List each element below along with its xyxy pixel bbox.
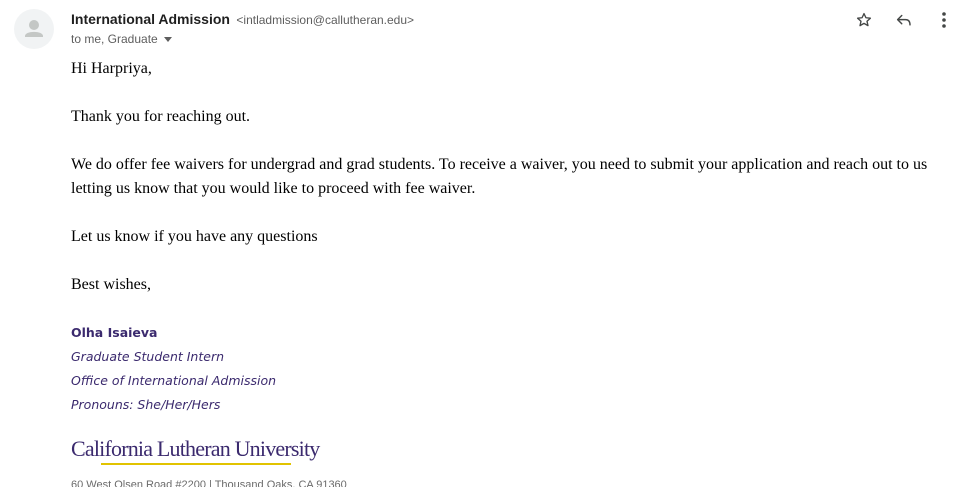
signature-pronouns: Pronouns: She/Her/Hers: [71, 397, 221, 412]
caret-down-icon[interactable]: [163, 36, 172, 42]
body-paragraph: We do offer fee waivers for undergrad an…: [71, 156, 928, 197]
message-actions: [853, 9, 957, 31]
star-button[interactable]: [853, 9, 875, 31]
university-logo: California Lutheran University: [71, 436, 320, 461]
logo-underline: [101, 463, 291, 465]
sender-line: International Admission <intladmission@c…: [71, 10, 414, 29]
signature-name: Olha Isaieva: [71, 325, 158, 340]
sender-email: <intladmission@callutheran.edu>: [236, 13, 415, 27]
sender-avatar[interactable]: [14, 9, 54, 49]
body-paragraph: Thank you for reaching out.: [71, 108, 251, 125]
closing: Best wishes,: [71, 276, 151, 293]
signature-office: Office of International Admission: [71, 373, 277, 388]
reply-icon: [896, 14, 911, 26]
greeting: Hi Harpriya,: [71, 60, 152, 77]
more-options-button[interactable]: [933, 9, 955, 31]
body-paragraph: Let us know if you have any questions: [71, 228, 318, 245]
message-body: Hi Harpriya, Thank you for reaching out.…: [71, 57, 941, 321]
signature-title: Graduate Student Intern: [71, 349, 225, 364]
address-line: 60 West Olsen Road #2200 | Thousand Oaks…: [71, 479, 347, 487]
star-icon: [856, 12, 872, 27]
person-icon: [25, 20, 43, 37]
more-vert-icon: [942, 12, 946, 28]
signature-block: Olha Isaieva Graduate Student Intern Off…: [71, 321, 276, 417]
recipients-dropdown[interactable]: to me, Graduate: [71, 30, 172, 48]
reply-button[interactable]: [893, 9, 915, 31]
recipients-label: to me, Graduate: [71, 32, 158, 46]
sender-name[interactable]: International Admission: [71, 11, 230, 27]
